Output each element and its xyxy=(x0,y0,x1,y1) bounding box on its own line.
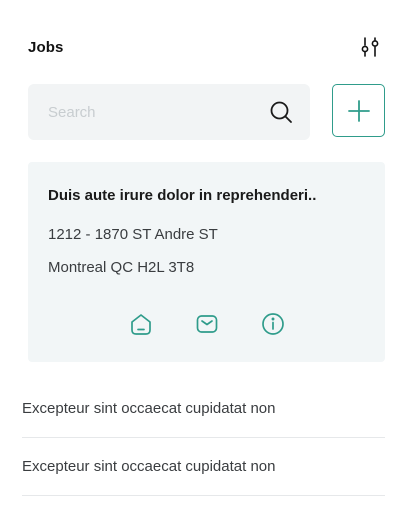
header: Jobs xyxy=(28,30,385,64)
mail-button[interactable] xyxy=(191,308,223,340)
search-box xyxy=(28,83,310,141)
sliders-icon xyxy=(361,37,379,57)
job-address-line1: 1212 - 1870 ST Andre ST xyxy=(48,226,218,243)
job-card-actions xyxy=(28,308,385,340)
add-job-button[interactable] xyxy=(332,84,385,137)
list-item[interactable]: Excepteur sint occaecat cupidatat non xyxy=(22,438,385,496)
list-item[interactable]: Excepteur sint occaecat cupidatat non xyxy=(22,380,385,438)
page-title: Jobs xyxy=(28,38,64,56)
search-icon[interactable] xyxy=(266,97,296,127)
jobs-screen: Jobs Search Duis aute irure dolor in rep… xyxy=(0,0,407,513)
search-input[interactable] xyxy=(46,83,266,141)
job-list: Excepteur sint occaecat cupidatat non Ex… xyxy=(22,380,385,496)
home-button[interactable] xyxy=(125,308,157,340)
job-card[interactable]: Duis aute irure dolor in reprehenderi.. … xyxy=(28,162,385,362)
mail-icon xyxy=(196,315,217,333)
job-address-line2: Montreal QC H2L 3T8 xyxy=(48,259,195,276)
plus-icon xyxy=(347,99,370,122)
job-title: Duis aute irure dolor in reprehenderi.. xyxy=(48,187,317,204)
info-button[interactable] xyxy=(257,308,289,340)
home-icon xyxy=(130,314,151,335)
info-icon xyxy=(261,313,284,335)
filter-button[interactable] xyxy=(355,32,385,62)
search-row xyxy=(28,83,385,141)
